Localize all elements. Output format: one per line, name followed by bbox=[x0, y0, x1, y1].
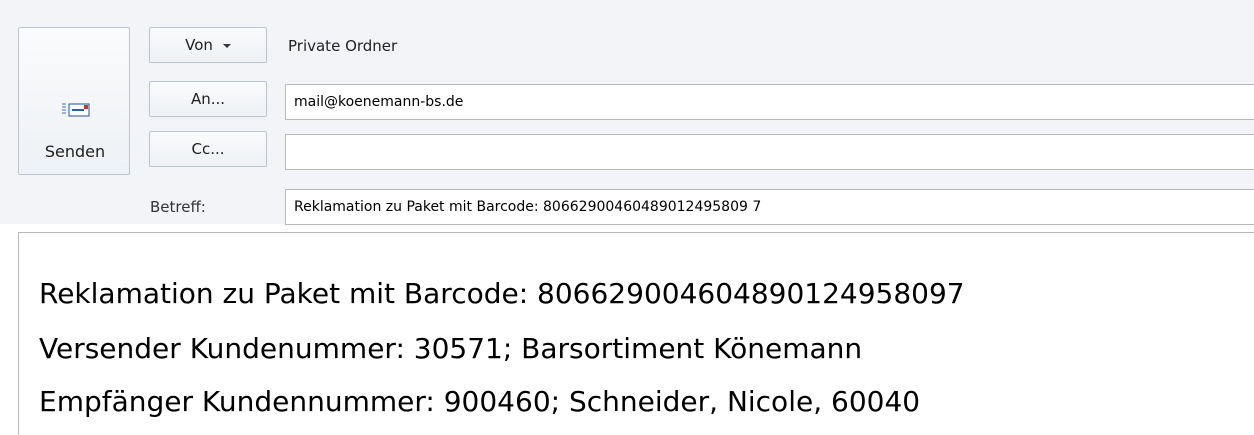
subject-label: Betreff: bbox=[150, 198, 206, 216]
cc-button-label: Cc... bbox=[191, 140, 225, 158]
body-line: Reklamation zu Paket mit Barcode: 806629… bbox=[39, 277, 965, 310]
chevron-down-icon bbox=[222, 44, 231, 48]
send-button[interactable]: Senden bbox=[18, 27, 130, 175]
from-button[interactable]: Von bbox=[149, 27, 267, 63]
send-button-label: Senden bbox=[44, 142, 106, 161]
to-button[interactable]: An... bbox=[149, 81, 267, 117]
from-button-label: Von bbox=[185, 36, 213, 54]
envelope-send-icon bbox=[62, 103, 90, 117]
message-body[interactable]: Reklamation zu Paket mit Barcode: 806629… bbox=[18, 232, 1254, 435]
from-account: Private Ordner bbox=[288, 37, 398, 55]
body-line: Empfänger Kundennummer: 900460; Schneide… bbox=[39, 385, 921, 418]
compose-header: Senden Von Private Ordner An... mail@koe… bbox=[0, 0, 1254, 225]
to-field[interactable]: mail@koenemann-bs.de bbox=[285, 84, 1254, 120]
to-button-label: An... bbox=[190, 90, 226, 108]
body-line: Versender Kundenummer: 30571; Barsortime… bbox=[39, 332, 863, 365]
cc-button[interactable]: Cc... bbox=[149, 131, 267, 167]
cc-field[interactable] bbox=[285, 134, 1254, 170]
subject-field[interactable]: Reklamation zu Paket mit Barcode: 806629… bbox=[285, 189, 1254, 225]
